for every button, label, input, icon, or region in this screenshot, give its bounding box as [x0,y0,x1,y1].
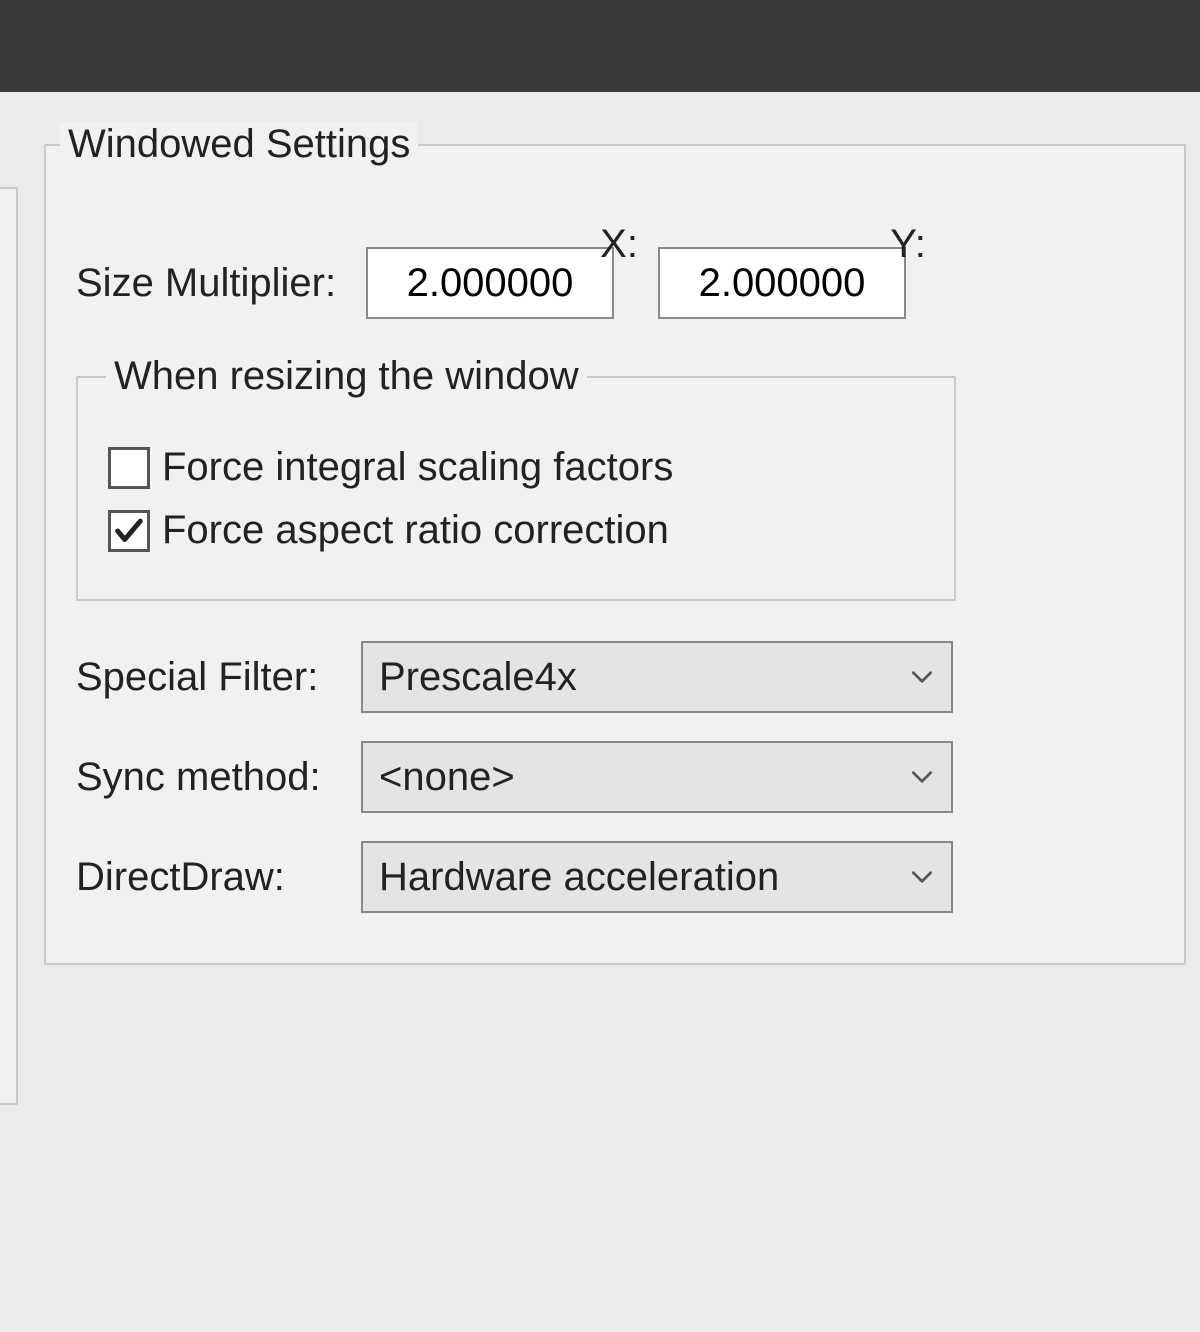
special-filter-value: Prescale4x [379,655,577,700]
size-multiplier-label: Size Multiplier: [76,261,366,306]
directdraw-label: DirectDraw: [76,855,361,900]
force-integral-row: Force integral scaling factors [108,445,934,490]
sync-method-dropdown[interactable]: <none> [361,741,953,813]
title-bar-area [0,0,1200,92]
checkmark-icon [112,514,146,548]
force-integral-label: Force integral scaling factors [162,445,673,490]
resize-legend: When resizing the window [106,354,587,399]
sync-method-label: Sync method: [76,755,361,800]
sync-method-row: Sync method: <none> [76,741,1184,813]
directdraw-dropdown[interactable]: Hardware acceleration [361,841,953,913]
directdraw-row: DirectDraw: Hardware acceleration [76,841,1184,913]
sync-method-value: <none> [379,755,515,800]
chevron-down-icon [909,764,935,790]
special-filter-label: Special Filter: [76,655,361,700]
resize-group: When resizing the window Force integral … [76,354,956,601]
windowed-settings-legend: Windowed Settings [60,122,418,167]
force-aspect-checkbox[interactable] [108,510,150,552]
chevron-down-icon [909,664,935,690]
special-filter-row: Special Filter: Prescale4x [76,641,1184,713]
y-header-label: Y: [770,222,1046,267]
force-aspect-row: Force aspect ratio correction [108,508,934,553]
special-filter-dropdown[interactable]: Prescale4x [361,641,953,713]
force-aspect-label: Force aspect ratio correction [162,508,669,553]
x-header-label: X: [486,222,752,267]
force-integral-checkbox[interactable] [108,447,150,489]
xy-headers: X: Y: [486,222,1046,267]
chevron-down-icon [909,864,935,890]
directdraw-value: Hardware acceleration [379,855,779,900]
left-groupbox-edge [0,187,18,1105]
windowed-settings-group: Windowed Settings X: Y: Size Multiplier:… [44,122,1186,965]
